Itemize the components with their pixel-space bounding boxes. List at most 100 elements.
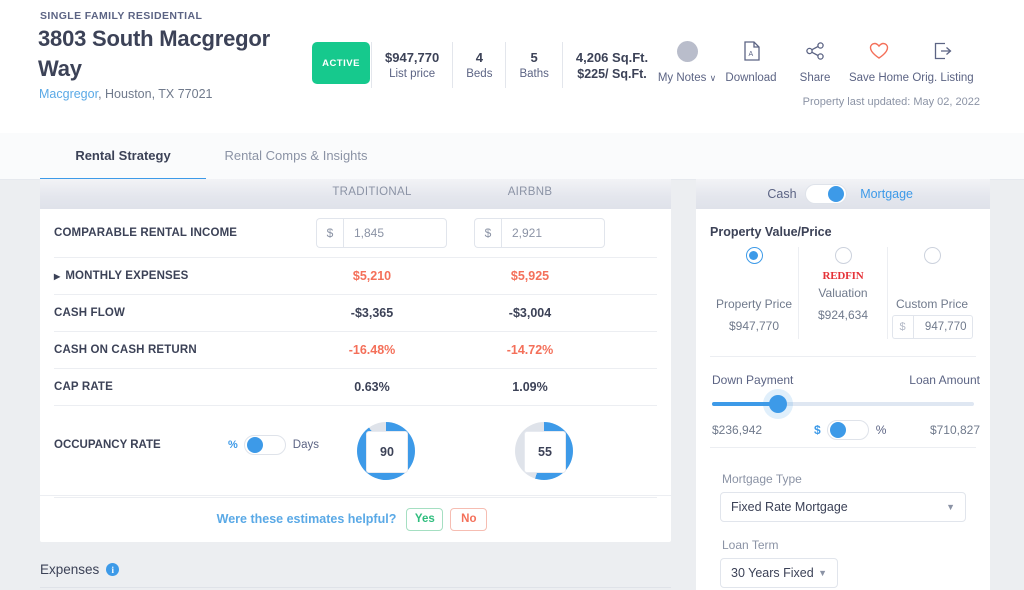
mortgage-type-select[interactable]: Fixed Rate Mortgage ▼ [720,492,966,522]
occupancy-unit-days: Days [292,439,319,451]
traditional-cash-flow: -$3,365 [350,305,394,320]
row-label-cap-rate: CAP RATE [54,380,113,393]
financing-mode-mortgage-label[interactable]: Mortgage [855,187,919,201]
neighborhood-link[interactable]: Macgregor [39,87,98,101]
table-row: CASH FLOW -$3,365 -$3,004 [54,294,657,332]
table-row[interactable]: ▶ MONTHLY EXPENSES $5,210 $5,925 [54,257,657,295]
page-title: 3803 South Macgregor Way [38,26,270,81]
traditional-income-value[interactable]: 1,845 [343,218,447,248]
action-download[interactable]: A Download [719,38,783,84]
tab-bar: Rental Strategy Rental Comps & Insights [0,133,1024,181]
stat-label: $225/ Sq.Ft. [577,66,647,81]
custom-price-input[interactable]: $ 947,770 [891,315,973,339]
feedback-no-button[interactable]: No [450,507,488,531]
traditional-monthly-expenses: $5,210 [352,268,392,283]
airbnb-income-value[interactable]: 2,921 [501,218,605,248]
currency-symbol: $ [474,218,501,248]
divider [40,587,671,588]
mortgage-type-value: Fixed Rate Mortgage [731,500,848,514]
option-label: Valuation [818,286,868,300]
table-row: COMPARABLE RENTAL INCOME $ 1,845 $ 2,921 [54,209,657,258]
down-payment-slider[interactable] [712,395,974,413]
property-header: SINGLE FAMILY RESIDENTIAL 3803 South Mac… [0,0,1024,133]
currency-symbol: $ [316,218,343,248]
chevron-down-icon: ▼ [818,568,827,578]
airbnb-income-input[interactable]: $ 2,921 [474,218,605,248]
option-property-price[interactable]: Property Price $947,770 [710,247,798,339]
financing-mode-cash-label[interactable]: Cash [767,187,796,201]
loan-amount-label: Loan Amount [909,373,980,387]
action-save-home[interactable]: Save Home [847,38,911,84]
action-orig-listing[interactable]: Orig. Listing [911,38,975,84]
occupancy-rate-row: OCCUPANCY RATE % Days 90 55 [54,405,657,498]
table-row: CAP RATE 0.63% 1.09% [54,368,657,406]
expenses-label: Expenses [40,562,100,577]
feedback-yes-button[interactable]: Yes [406,507,444,531]
radio-property-price[interactable] [745,247,763,264]
property-address: Macgregor, Houston, TX 77021 [39,85,289,103]
option-label: Property Price [715,297,793,311]
row-label-cash-flow: CASH FLOW [54,306,125,319]
option-value: $924,634 [817,308,869,322]
occupancy-unit-percent: % [228,439,238,451]
row-label-cash-on-cash-return: CASH ON CASH RETURN [54,343,197,356]
radio-custom-price[interactable] [923,247,941,264]
action-label: My Notes [657,72,707,84]
action-label: Download [725,72,777,84]
address-rest: , Houston, TX 77021 [98,87,213,101]
info-icon[interactable]: i [106,563,120,576]
stat-list-price: $947,770 List price [371,42,452,88]
down-payment-unit-toggle[interactable] [826,420,869,440]
avatar-icon [676,38,698,64]
stat-sqft: 4,206 Sq.Ft. $225/ Sq.Ft. [561,42,661,88]
chevron-down-icon: ▼ [946,502,955,512]
tab-rental-comps-insights[interactable]: Rental Comps & Insights [206,133,386,178]
airbnb-monthly-expenses: $5,925 [510,268,550,283]
occupancy-unit-toggle[interactable] [243,435,286,455]
airbnb-cash-flow: -$3,004 [508,305,552,320]
toggle-knob [829,422,846,438]
traditional-income-input[interactable]: $ 1,845 [316,218,447,248]
page-root: SINGLE FAMILY RESIDENTIAL 3803 South Mac… [0,0,1024,590]
traditional-occupancy-gauge[interactable]: 90 [357,422,415,480]
stat-beds: 4 Beds [452,42,505,88]
option-custom-price[interactable]: Custom Price $ 947,770 [887,247,976,339]
slider-thumb[interactable] [768,395,787,413]
stat-value: 4,206 Sq.Ft. [575,49,649,65]
property-type-label: SINGLE FAMILY RESIDENTIAL [40,10,203,22]
stat-value: 5 [530,49,538,65]
option-redfin-valuation[interactable]: REDFIN Valuation $924,634 [798,247,887,339]
action-my-notes[interactable]: My Notes ∨ [655,38,719,84]
row-label-monthly-expenses: MONTHLY EXPENSES [65,269,189,282]
financing-mode-header: Cash Mortgage [696,179,990,209]
loan-term-select[interactable]: 30 Years Fixed ▼ [720,558,838,588]
property-value-options: Property Price $947,770 REDFIN Valuation… [710,247,976,339]
tab-rental-strategy[interactable]: Rental Strategy [40,133,206,181]
stat-label: List price [389,67,436,80]
airbnb-occupancy-value[interactable]: 55 [524,431,566,473]
expand-caret-icon[interactable]: ▶ [54,272,60,281]
heart-icon [869,38,889,64]
action-share[interactable]: Share [783,38,847,84]
financing-mode-toggle[interactable] [804,184,847,204]
radio-valuation[interactable] [834,247,852,264]
traditional-occupancy-value[interactable]: 90 [366,431,408,473]
dp-unit-dollar: $ [814,423,821,437]
option-value: $947,770 [728,319,780,333]
loan-amount-value: $710,827 [929,423,980,437]
share-icon [805,38,825,64]
dp-unit-percent: % [875,423,887,437]
action-label: Orig. Listing [912,72,974,84]
row-label-occupancy-rate: OCCUPANCY RATE [54,439,161,451]
stat-value: 4 [475,49,483,65]
column-header-traditional: TRADITIONAL [332,186,412,198]
mortgage-type-label: Mortgage Type [722,472,802,486]
status-badge: ACTIVE [312,42,370,84]
stat-baths: 5 Baths [505,42,561,88]
feedback-bar: Were these estimates helpful? Yes No [40,495,671,542]
divider [710,356,976,357]
row-label-comparable-rental-income: COMPARABLE RENTAL INCOME [54,227,238,239]
custom-price-value[interactable]: 947,770 [912,315,973,339]
airbnb-occupancy-gauge[interactable]: 55 [515,422,573,480]
down-payment-label: Down Payment [712,373,794,387]
